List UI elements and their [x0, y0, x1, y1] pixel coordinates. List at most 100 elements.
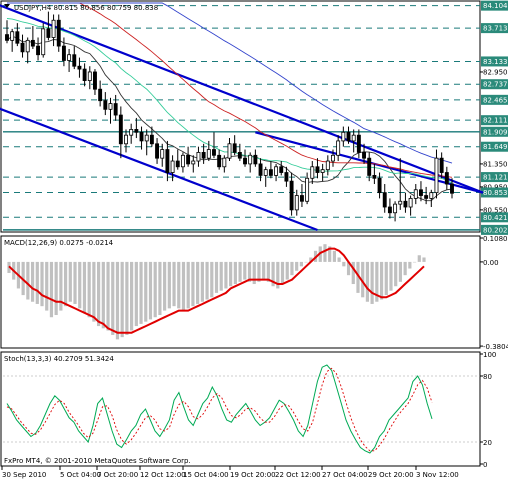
candle-body — [387, 206, 392, 214]
price-tick-label: 81.350 — [483, 160, 508, 168]
macd-bar — [196, 261, 200, 304]
candle-body — [82, 68, 87, 81]
candle-body — [160, 149, 165, 159]
macd-tick-label: 0.00 — [483, 259, 499, 267]
stoch-tick-label: 100 — [483, 351, 496, 359]
candle-body — [30, 39, 35, 47]
candle-body — [325, 160, 330, 171]
candle-body — [108, 103, 113, 110]
macd-bar — [68, 261, 72, 302]
macd-bar — [153, 261, 157, 318]
candle-body — [346, 131, 351, 142]
candle-body — [279, 166, 284, 173]
candle-body — [315, 166, 320, 173]
macd-bar — [167, 261, 171, 309]
macd-bar — [205, 261, 209, 300]
macd-bar — [365, 261, 370, 302]
candle-body — [434, 157, 439, 194]
candle-body — [56, 19, 61, 47]
macd-bar — [394, 261, 398, 287]
price-tick-label: 81.649 — [483, 143, 508, 151]
candle-body — [129, 129, 134, 136]
macd-bar — [63, 261, 68, 307]
macd-bar — [408, 261, 412, 269]
macd-bar — [243, 261, 247, 280]
candle-body — [206, 149, 211, 159]
macd-bar — [191, 261, 195, 307]
time-tick-label: 12 Oct 12:00 — [140, 471, 186, 479]
stoch-tick-label: 0 — [483, 461, 487, 469]
macd-bar — [186, 261, 190, 309]
candle-body — [93, 71, 97, 90]
time-tick-label: 22 Oct 12:00 — [275, 471, 321, 479]
macd-bar — [148, 261, 153, 320]
macd-bar — [181, 261, 186, 311]
macd-bar — [125, 261, 129, 335]
candle-body — [320, 169, 325, 173]
candle-body — [450, 183, 454, 194]
candle-body — [165, 149, 170, 173]
candle-body — [444, 172, 449, 185]
macd-bar — [92, 261, 96, 322]
candle-body — [103, 100, 108, 110]
candle-body — [351, 134, 356, 142]
price-tick-label: 83.713 — [483, 25, 508, 33]
price-tick-label: 80.853 — [483, 189, 508, 197]
candle-body — [429, 192, 434, 199]
copyright-text: FxPro MT4, © 2001-2010 MetaQuotes Softwa… — [4, 457, 191, 465]
candle-body — [424, 195, 429, 199]
candle-body — [25, 39, 30, 53]
macd-bar — [233, 261, 237, 285]
candle-body — [149, 134, 154, 145]
price-tick-label: 83.133 — [483, 58, 508, 66]
candle-body — [170, 160, 175, 173]
macd-bar — [299, 261, 303, 267]
candle-body — [299, 195, 304, 202]
macd-bar — [73, 261, 77, 304]
stoch-tick-label: 20 — [483, 439, 492, 447]
candle-body — [243, 157, 247, 165]
candle-body — [118, 114, 123, 145]
candle-body — [15, 31, 20, 44]
macd-bar — [97, 261, 101, 327]
candle-body — [113, 103, 118, 116]
candle-body — [20, 42, 25, 53]
macd-bar — [45, 261, 49, 311]
candle-body — [217, 154, 222, 168]
candle-body — [191, 160, 196, 165]
candle-body — [51, 19, 56, 38]
macd-bar — [229, 261, 233, 287]
candle-body — [403, 200, 408, 208]
price-tick-label: 80.421 — [483, 214, 508, 222]
candle-body — [362, 152, 366, 159]
candle-body — [5, 34, 9, 41]
macd-bar — [158, 261, 162, 316]
candle-body — [134, 129, 139, 133]
macd-tick-label: 0.1080 — [483, 235, 508, 243]
candle-body — [201, 152, 206, 159]
candle-body — [413, 189, 418, 199]
candle-body — [393, 203, 398, 214]
candle-body — [41, 28, 46, 56]
candle-body — [268, 169, 273, 176]
candle-body — [289, 180, 294, 211]
time-tick-label: 7 Oct 20:00 — [97, 471, 138, 479]
candle-body — [419, 189, 423, 196]
macd-bar — [238, 261, 242, 282]
candle-body — [232, 143, 237, 153]
macd-bar — [40, 261, 44, 307]
candle-body — [144, 134, 149, 142]
macd-bar — [78, 261, 82, 309]
symbol-header: USDJPY,H4 80.815 80.856 80.759 80.838 — [14, 4, 158, 12]
macd-tick-label: -0.3804 — [483, 343, 508, 351]
candle-body — [331, 154, 335, 162]
macd-bar — [285, 261, 289, 280]
candle-body — [356, 134, 361, 153]
price-tick-label: 82.111 — [483, 117, 508, 125]
macd-bar — [219, 261, 223, 291]
candle-body — [372, 175, 377, 179]
candle-body — [222, 157, 227, 168]
macd-bar — [280, 261, 285, 285]
macd-bar — [87, 261, 91, 318]
candle-body — [180, 154, 185, 168]
